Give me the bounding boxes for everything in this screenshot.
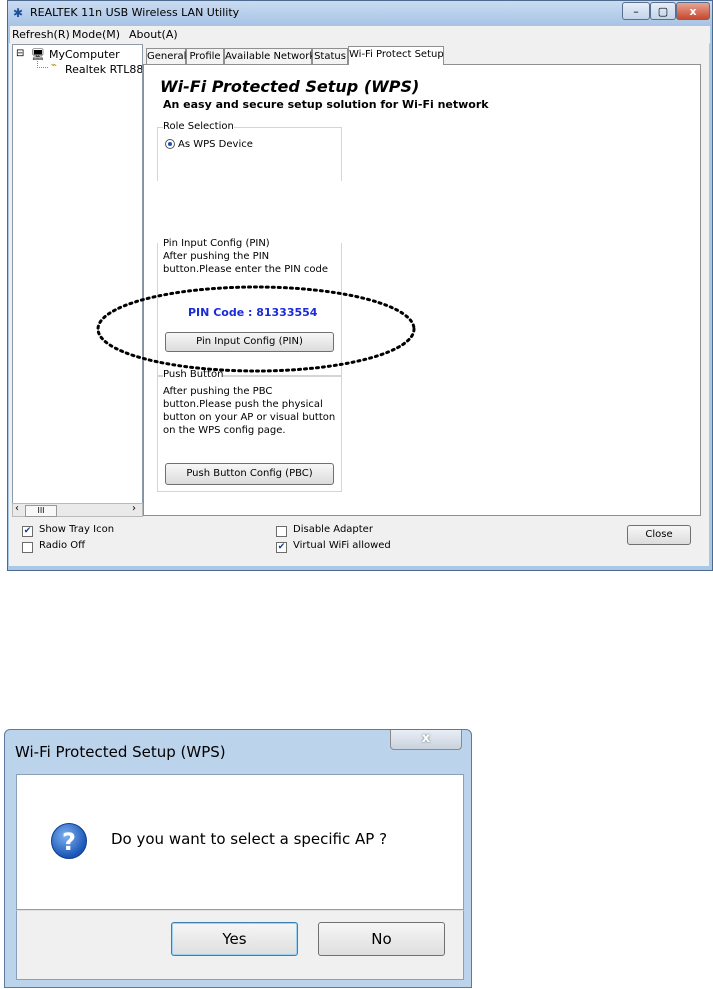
dialog-title: Wi-Fi Protected Setup (WPS) [15, 743, 226, 761]
dialog-message: Do you want to select a specific AP ? [111, 830, 388, 848]
no-button[interactable]: No [318, 922, 445, 956]
device-tree: ⊟ 🖥 MyComputer ⌁ Realtek RTL881 [12, 44, 143, 515]
radio-selected-dot [168, 142, 172, 146]
tab-wifi-protect-setup[interactable]: Wi-Fi Protect Setup [348, 46, 444, 65]
scroll-right-arrow[interactable]: › [132, 503, 136, 514]
pbc-description-line2: button.Please push the physical [163, 399, 323, 410]
radio-off-checkbox[interactable] [22, 542, 33, 553]
tab-profile[interactable]: Profile [186, 48, 224, 64]
tree-expand-toggle[interactable]: ⊟ [16, 48, 24, 59]
tab-general[interactable]: General [146, 48, 186, 64]
tree-item-mycomputer[interactable]: MyComputer [49, 48, 120, 61]
question-icon: ? [51, 823, 87, 859]
wps-title: Wi-Fi Protected Setup (WPS) [160, 77, 420, 96]
radio-off-label[interactable]: Radio Off [39, 540, 85, 551]
role-selection-label: Role Selection [163, 121, 234, 132]
pbc-description-line3: button on your AP or visual button [163, 412, 336, 423]
dialog-close-button[interactable]: x [390, 730, 462, 750]
pin-config-label: Pin Input Config (PIN) [163, 238, 270, 249]
pin-description-line1: After pushing the PIN [163, 251, 270, 262]
app-icon: ✱ [13, 6, 24, 20]
menu-mode[interactable]: Mode(M) [72, 28, 120, 41]
virtual-wifi-checkbox[interactable]: ✔ [276, 542, 287, 553]
virtual-wifi-label[interactable]: Virtual WiFi allowed [293, 540, 391, 551]
menu-about[interactable]: About(A) [129, 28, 178, 41]
yes-button[interactable]: Yes [171, 922, 298, 956]
pin-description-line2: button.Please enter the PIN code [163, 264, 328, 275]
show-tray-icon-label[interactable]: Show Tray Icon [39, 524, 114, 535]
show-tray-icon-checkbox[interactable]: ✔ [22, 526, 33, 537]
window-title: REALTEK 11n USB Wireless LAN Utility [30, 6, 240, 19]
role-selection-group [157, 127, 342, 181]
tree-horizontal-scrollbar[interactable]: ‹ III › [12, 503, 143, 517]
scroll-left-arrow[interactable]: ‹ [15, 503, 19, 514]
pbc-description-line1: After pushing the PBC [163, 386, 273, 397]
scroll-thumb[interactable]: III [25, 505, 57, 517]
tab-available-network[interactable]: Available Network [224, 48, 315, 64]
adapter-icon: ⌁ [51, 60, 58, 71]
disable-adapter-label[interactable]: Disable Adapter [293, 524, 373, 535]
wps-device-radio[interactable] [165, 139, 175, 149]
push-button-config-button[interactable]: Push Button Config (PBC) [165, 463, 334, 485]
close-button[interactable]: Close [627, 525, 691, 545]
tab-status[interactable]: Status [312, 48, 348, 64]
tree-item-adapter[interactable]: Realtek RTL881 [65, 63, 142, 76]
highlight-ellipse [96, 285, 416, 373]
title-bar[interactable]: ✱ REALTEK 11n USB Wireless LAN Utility –… [8, 1, 712, 26]
tree-connector [37, 59, 48, 68]
menu-bar: Refresh(R) Mode(M) About(A) [10, 26, 710, 44]
maximize-button[interactable]: ▢ [650, 2, 676, 20]
minimize-button[interactable]: – [622, 2, 650, 20]
close-window-button[interactable]: x [676, 2, 710, 20]
disable-adapter-checkbox[interactable] [276, 526, 287, 537]
wps-device-radio-label[interactable]: As WPS Device [178, 138, 253, 151]
pbc-description-line4: on the WPS config page. [163, 425, 286, 436]
menu-refresh[interactable]: Refresh(R) [12, 28, 70, 41]
wps-subtitle: An easy and secure setup solution for Wi… [163, 98, 489, 111]
